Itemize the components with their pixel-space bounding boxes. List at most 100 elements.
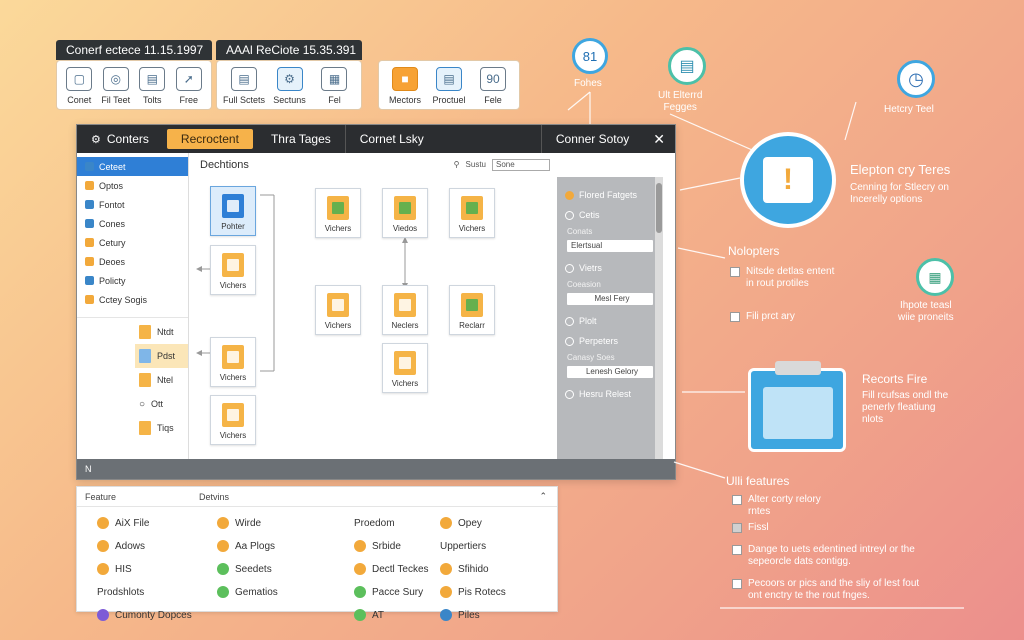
- feature-label: Srbide: [372, 540, 401, 552]
- document-icon: [222, 345, 244, 369]
- tab-thra-tages[interactable]: Thra Tages: [257, 125, 345, 153]
- feature-item[interactable]: Sfihido: [440, 561, 560, 577]
- toolbar-button-fel[interactable]: ▦ Fel: [314, 67, 355, 105]
- sidebar-lower-item[interactable]: Tiqs: [77, 416, 188, 440]
- toolbar-button-free[interactable]: ➚ Free: [173, 67, 206, 105]
- feature-item[interactable]: HIS: [97, 561, 217, 577]
- checkbox[interactable]: [730, 267, 740, 277]
- collapse-icon[interactable]: ⌃: [539, 491, 557, 502]
- tile-vichers[interactable]: Vichers: [449, 188, 495, 238]
- sidebar: Ceteet Optos Fontot Cones Cetury Deoes P…: [77, 153, 189, 461]
- tile-vichers[interactable]: Vichers: [210, 337, 256, 387]
- feature-item[interactable]: [217, 607, 354, 623]
- sidebar-item-policty[interactable]: Policty: [77, 271, 188, 290]
- toolbar-button-mectors[interactable]: ■ Mectors: [385, 67, 425, 105]
- toolbar-left: Conerf ectece 11.15.1997 ▢ Conet ◎ Fil T…: [56, 40, 212, 110]
- sidebar-item-deoes[interactable]: Deoes: [77, 252, 188, 271]
- feature-label: Proedom: [354, 517, 395, 529]
- feature-label: Gematios: [235, 586, 278, 598]
- circle-icon: ○: [139, 398, 146, 410]
- sidebar-lower-item[interactable]: Ntel: [77, 368, 188, 392]
- sidebar-lower-item[interactable]: ○ Ott: [77, 392, 188, 416]
- globe-icon: ◎: [102, 67, 129, 91]
- ui-feature-item[interactable]: Fissl: [732, 522, 769, 534]
- checkbox[interactable]: [732, 579, 742, 589]
- feature-item[interactable]: Prodshlots: [97, 584, 217, 600]
- cursor-icon: ➚: [175, 67, 202, 91]
- checkbox[interactable]: [730, 312, 740, 322]
- sidebar-item-cetury[interactable]: Cetury: [77, 233, 188, 252]
- toolbar-button-sectuns[interactable]: ⚙ Sectuns: [269, 67, 310, 105]
- toolbar-button-tolts[interactable]: ▤ Tolts: [136, 67, 169, 105]
- feature-item[interactable]: Pacce Sury: [354, 584, 440, 600]
- checkbox[interactable]: [732, 495, 742, 505]
- checkbox[interactable]: [732, 545, 742, 555]
- notifier-item[interactable]: Nitsde detlas entent in rout protiles: [730, 266, 834, 290]
- feature-item[interactable]: Adows: [97, 538, 217, 554]
- features-panel: Feature Detvins ⌃ AiX File Wirde Proedom Op…: [76, 486, 558, 621]
- tile-vichers[interactable]: Vichers: [382, 343, 428, 393]
- feature-item[interactable]: Wirde: [217, 515, 354, 531]
- document-icon: [327, 293, 349, 317]
- tile-viedos[interactable]: Viedos: [382, 188, 428, 238]
- feature-item[interactable]: Uppertiers: [440, 538, 560, 554]
- toolbar-button-fele[interactable]: 90 Fele: [473, 67, 513, 105]
- callout-big-title: Elepton cry Teres: [850, 162, 951, 177]
- feature-item[interactable]: Srbide: [354, 538, 440, 554]
- feature-item[interactable]: Cumonty Dopces: [97, 607, 217, 623]
- ui-feature-item[interactable]: Dange to uets edentined intreyl or the se…: [732, 544, 915, 568]
- toolbar-left-buttons: ▢ Conet ◎ Fil Teet ▤ Tolts ➚ Free: [56, 60, 212, 110]
- folder-icon: [394, 293, 416, 317]
- tab-recroctent[interactable]: Recroctent: [166, 129, 253, 149]
- tile-vichers[interactable]: Vichers: [315, 285, 361, 335]
- toolbar-button-proctuel[interactable]: ▤ Proctuel: [429, 67, 469, 105]
- features-grid: AiX File Wirde Proedom Opey Adows Aa Plogs Srb…: [77, 507, 557, 623]
- folder-icon: [139, 325, 151, 339]
- feature-icon: [440, 517, 452, 529]
- feature-item[interactable]: Pis Rotecs: [440, 584, 560, 600]
- checkbox[interactable]: [732, 523, 742, 533]
- tile-neclers[interactable]: Neclers: [382, 285, 428, 335]
- document-icon: [461, 293, 483, 317]
- tab-conters[interactable]: ⚙ Conters: [77, 125, 163, 153]
- feature-item[interactable]: Aa Plogs: [217, 538, 354, 554]
- feature-item[interactable]: AT: [354, 607, 440, 623]
- folder-icon: [85, 295, 94, 304]
- feature-item[interactable]: Proedom: [354, 515, 440, 531]
- tile-vichers[interactable]: Vichers: [210, 245, 256, 295]
- feature-item[interactable]: Gematios: [217, 584, 354, 600]
- sidebar-item-optos[interactable]: Optos: [77, 176, 188, 195]
- feature-item[interactable]: AiX File: [97, 515, 217, 531]
- sidebar-item-cctey-sogis[interactable]: Cctey Sogis: [77, 290, 188, 309]
- features-header: Feature Detvins ⌃: [77, 487, 557, 507]
- tile-vichers[interactable]: Vichers: [315, 188, 361, 238]
- feature-item[interactable]: Dectl Teckes: [354, 561, 440, 577]
- tab-cornet-lsky[interactable]: Cornet Lsky: [344, 125, 438, 153]
- tile-pohter[interactable]: Pohter: [210, 186, 256, 236]
- number-icon: 90: [480, 67, 506, 91]
- feature-item[interactable]: Seedets: [217, 561, 354, 577]
- ui-feature-item[interactable]: Alter corty relory rntes: [732, 494, 821, 518]
- doc-icon: [85, 276, 94, 285]
- sidebar-lower-item[interactable]: Ntdt: [77, 320, 188, 344]
- tile-vichers[interactable]: Vichers: [210, 395, 256, 445]
- sidebar-lower-item[interactable]: Pdst: [135, 344, 188, 368]
- sidebar-item-ceteet[interactable]: Ceteet: [77, 157, 188, 176]
- feature-item[interactable]: Piles: [440, 607, 560, 623]
- sidebar-item-fontot[interactable]: Fontot: [77, 195, 188, 214]
- ui-feature-item[interactable]: Pecoors or pics and the sliy of lest fou…: [732, 578, 919, 602]
- feature-item[interactable]: Opey: [440, 515, 560, 531]
- tile-reclarr[interactable]: Reclarr: [449, 285, 495, 335]
- toolbar-button-full-sctets[interactable]: ▤ Full Sctets: [223, 67, 265, 105]
- document-icon: [394, 351, 416, 375]
- sidebar-item-cones[interactable]: Cones: [77, 214, 188, 233]
- feature-label: Adows: [115, 540, 146, 552]
- feature-label: AiX File: [115, 517, 150, 529]
- notifier-item[interactable]: Fili prct ary: [730, 311, 795, 323]
- feature-icon: [97, 609, 109, 621]
- toolbar-button-fil-teet[interactable]: ◎ Fil Teet: [100, 67, 133, 105]
- key-icon: [85, 200, 94, 209]
- callout-green: Ihpote teasl wiie proneits: [898, 300, 954, 323]
- document-icon: [222, 253, 244, 277]
- toolbar-button-conet[interactable]: ▢ Conet: [63, 67, 96, 105]
